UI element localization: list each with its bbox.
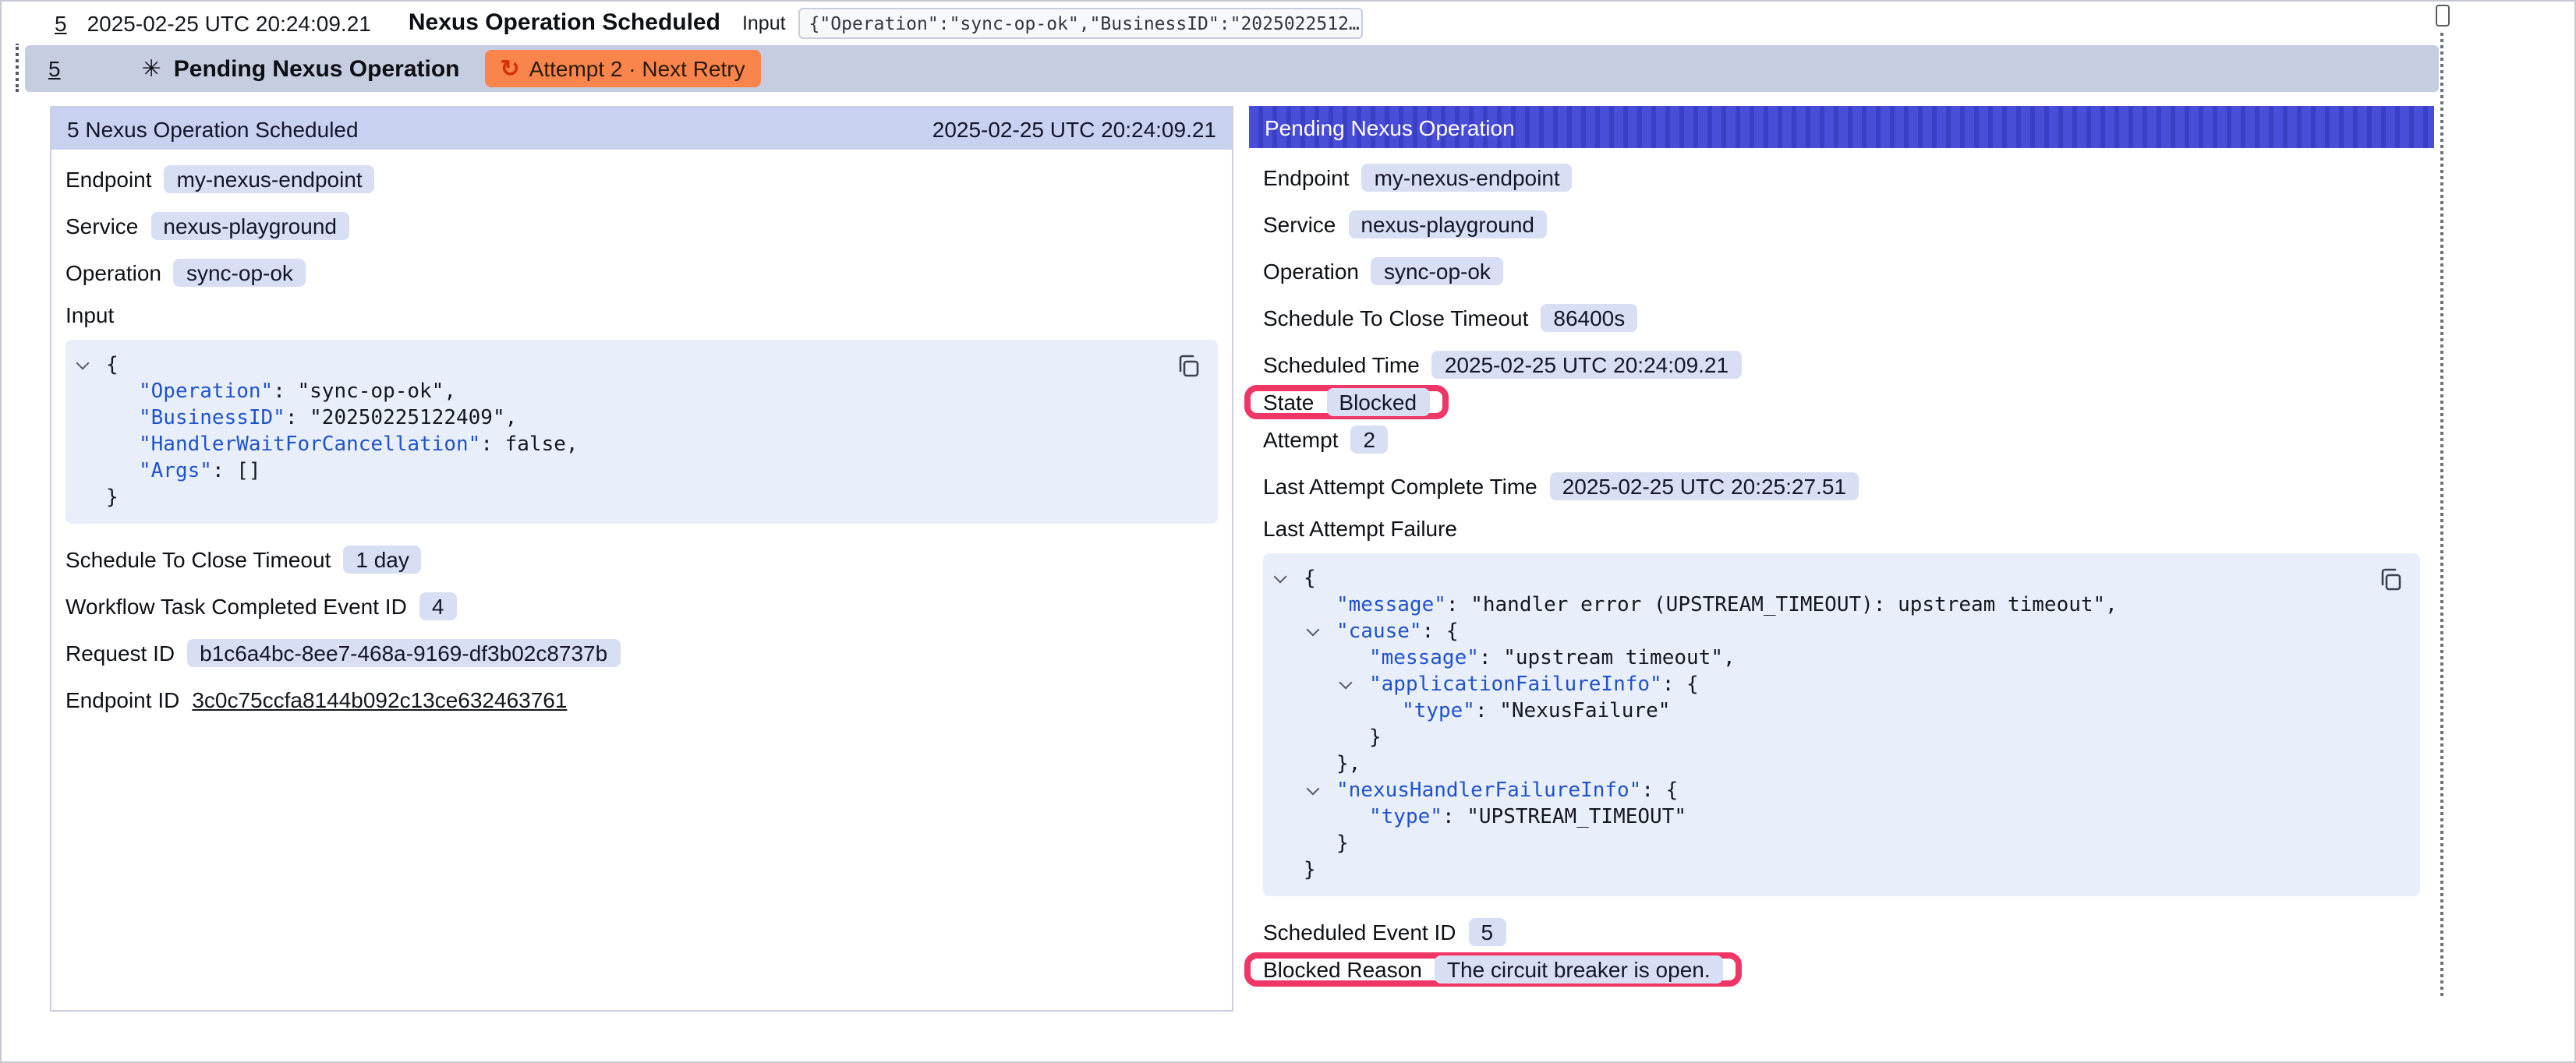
event-row-pending[interactable]: 5 ✳ Pending Nexus Operation ↻ Attempt 2 …	[25, 45, 2439, 92]
collapse-chevron-icon[interactable]	[1307, 782, 1320, 796]
field-value-badge: 86400s	[1541, 304, 1637, 332]
field-row-state: State Blocked	[1244, 385, 1448, 419]
field-row-schedule-to-close-timeout: Schedule To Close Timeout 86400s	[1263, 301, 1637, 335]
fields-top: Endpoint my-nexus-endpoint Service nexus-pl…	[65, 162, 1218, 290]
pending-operation-panel-header: Pending Nexus Operation	[1249, 106, 2434, 148]
scrollbar-thumb[interactable]	[2436, 5, 2450, 26]
field-label: Service	[65, 214, 138, 238]
nexus-scheduled-panel-body: Endpoint my-nexus-endpoint Service nexus-pl…	[51, 150, 1232, 742]
field-label: Endpoint	[65, 167, 152, 192]
field-label: Endpoint ID	[65, 687, 179, 712]
timeline-dotted-line	[16, 42, 19, 92]
field-value-badge: 2	[1351, 426, 1389, 454]
pending-fields-after: Scheduled Event ID 5 Blocked Reason The cir…	[1263, 915, 2420, 987]
field-value-badge: 2025-02-25 UTC 20:25:27.51	[1550, 472, 1859, 500]
input-section-label: Input	[65, 302, 1218, 327]
panel-timestamp: 2025-02-25 UTC 20:24:09.21	[932, 116, 1216, 141]
field-value-badge: 4	[419, 592, 457, 620]
field-value-badge: 5	[1469, 918, 1506, 946]
failure-section-label: Last Attempt Failure	[1263, 516, 2420, 541]
field-label: Operation	[65, 260, 161, 285]
field-value-badge: nexus-playground	[150, 212, 349, 240]
field-label: Operation	[1263, 259, 1359, 284]
field-value-badge: 1 day	[343, 546, 422, 574]
attempt-badge-label: Attempt 2 · Next Retry	[529, 56, 745, 81]
field-label: Service	[1263, 212, 1336, 237]
collapse-chevron-icon[interactable]	[1339, 676, 1353, 690]
pending-operation-panel: Pending Nexus Operation Endpoint my-nexus…	[1249, 106, 2434, 1002]
field-row-request-id: Request ID b1c6a4bc-8ee7-468a-9169-df3b02…	[65, 636, 620, 670]
field-label: Schedule To Close Timeout	[65, 547, 331, 572]
field-row-attempt: Attempt 2	[1263, 422, 1388, 457]
field-row-schedule-to-close-timeout: Schedule To Close Timeout 1 day	[65, 542, 422, 577]
input-preview-chip[interactable]: {"Operation":"sync-op-ok","BusinessID":"…	[798, 7, 1363, 38]
field-label: Scheduled Event ID	[1263, 920, 1456, 945]
field-row-endpoint: Endpoint my-nexus-endpoint	[65, 162, 375, 196]
field-row-last-attempt-complete-time: Last Attempt Complete Time 2025-02-25 UTC…	[1263, 469, 1859, 503]
field-label: Blocked Reason	[1263, 957, 1422, 982]
field-row-operation: Operation sync-op-ok	[1263, 254, 1503, 288]
collapse-chevron-icon[interactable]	[76, 357, 90, 370]
panel-title: Pending Nexus Operation	[1265, 115, 1515, 139]
field-row-service: Service nexus-playground	[1263, 207, 1547, 242]
field-label: Scheduled Time	[1263, 352, 1420, 377]
field-value-badge: my-nexus-endpoint	[165, 165, 375, 193]
field-value-badge: Blocked	[1326, 388, 1429, 416]
fields-bottom: Schedule To Close Timeout 1 day Workflow T…	[65, 542, 1218, 717]
pending-fields: Endpoint my-nexus-endpoint Service nexus-pl…	[1263, 161, 2420, 503]
attempt-retry-badge: ↻ Attempt 2 · Next Retry	[485, 50, 761, 87]
field-label: Attempt	[1263, 427, 1339, 452]
field-row-blocked-reason: Blocked Reason The circuit breaker is ope…	[1244, 952, 1742, 987]
event-timestamp: 2025-02-25 UTC 20:24:09.21	[87, 10, 371, 35]
pending-operation-panel-body: Endpoint my-nexus-endpoint Service nexus-pl…	[1249, 148, 2434, 1002]
event-id-link[interactable]: 5	[48, 56, 61, 81]
field-label: Workflow Task Completed Event ID	[65, 594, 407, 619]
field-row-endpoint-id: Endpoint ID 3c0c75ccfa8144b092c13ce632463…	[65, 683, 567, 717]
nexus-scheduled-panel-header: 5 Nexus Operation Scheduled 2025-02-25 U…	[51, 108, 1232, 150]
field-row-scheduled-time: Scheduled Time 2025-02-25 UTC 20:24:09.21	[1263, 348, 1741, 382]
event-row-scheduled[interactable]: 5 2025-02-25 UTC 20:24:09.21 Nexus Opera…	[2, 2, 2434, 44]
json-viewer: {"message": "handler error (UPSTREAM_TIM…	[1279, 566, 2404, 884]
field-value-badge: 2025-02-25 UTC 20:24:09.21	[1432, 351, 1741, 379]
temporal-event-history-screen: 5 2025-02-25 UTC 20:24:09.21 Nexus Opera…	[0, 0, 2576, 1063]
field-row-service: Service nexus-playground	[65, 209, 349, 243]
panel-title: 5 Nexus Operation Scheduled	[67, 116, 359, 141]
field-row-scheduled-event-id: Scheduled Event ID 5	[1263, 915, 1506, 949]
collapse-chevron-icon[interactable]	[1274, 570, 1287, 584]
field-label: Schedule To Close Timeout	[1263, 305, 1528, 330]
retry-icon: ↻	[501, 57, 520, 80]
field-value-link[interactable]: 3c0c75ccfa8144b092c13ce632463761	[192, 687, 567, 712]
field-value-badge: my-nexus-endpoint	[1362, 164, 1573, 192]
failure-json-block: {"message": "handler error (UPSTREAM_TIM…	[1263, 553, 2420, 896]
input-label: Input	[742, 12, 786, 34]
field-value-badge: nexus-playground	[1348, 210, 1547, 238]
field-label: Request ID	[65, 641, 175, 666]
field-row-endpoint: Endpoint my-nexus-endpoint	[1263, 161, 1573, 195]
field-value-badge: sync-op-ok	[174, 259, 306, 287]
field-label: Endpoint	[1263, 165, 1350, 190]
scroll-dotted-line	[2440, 33, 2443, 996]
event-title: Nexus Operation Scheduled	[409, 9, 720, 36]
field-label: State	[1263, 390, 1314, 415]
event-id-link[interactable]: 5	[55, 10, 67, 35]
field-value-badge: sync-op-ok	[1371, 257, 1503, 285]
field-row-operation: Operation sync-op-ok	[65, 256, 306, 290]
input-json-block: {"Operation": "sync-op-ok","BusinessID":…	[65, 340, 1218, 524]
copy-icon[interactable]	[1174, 352, 1202, 380]
collapse-chevron-icon[interactable]	[1307, 623, 1320, 637]
pending-asterisk-icon: ✳	[142, 55, 161, 83]
field-value-badge: b1c6a4bc-8ee7-468a-9169-df3b02c8737b	[187, 639, 620, 667]
copy-icon[interactable]	[2376, 566, 2404, 594]
json-viewer: {"Operation": "sync-op-ok","BusinessID":…	[81, 352, 1202, 511]
field-value-badge: The circuit breaker is open.	[1435, 955, 1723, 984]
field-row-workflow-task-completed-event-id: Workflow Task Completed Event ID 4	[65, 589, 456, 623]
pending-title: Pending Nexus Operation	[174, 55, 460, 82]
field-label: Last Attempt Complete Time	[1263, 474, 1537, 499]
nexus-scheduled-panel: 5 Nexus Operation Scheduled 2025-02-25 U…	[50, 106, 1233, 1012]
